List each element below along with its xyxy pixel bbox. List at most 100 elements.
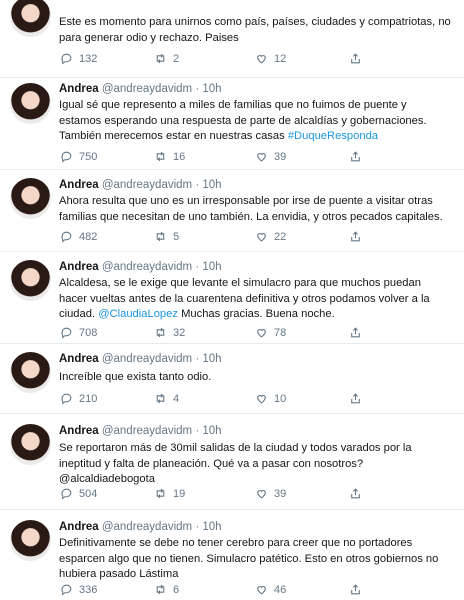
retweet-count: 32 bbox=[173, 326, 186, 339]
retweet-icon bbox=[156, 53, 165, 64]
reply-count: 750 bbox=[79, 150, 98, 163]
reply-button[interactable]: 210 bbox=[60, 392, 97, 405]
author-name[interactable]: Andrea bbox=[59, 261, 99, 273]
like-button[interactable]: 39 bbox=[255, 150, 286, 163]
reply-button[interactable]: 750 bbox=[60, 150, 97, 163]
share-button[interactable] bbox=[349, 392, 362, 405]
share-button[interactable] bbox=[349, 326, 362, 339]
author-name[interactable]: Andrea bbox=[59, 179, 99, 191]
author-handle[interactable]: @andreaydavidm bbox=[102, 261, 192, 273]
tweet[interactable]: Andrea @andreaydavidm · 10h Alcaldesa, s… bbox=[0, 252, 464, 344]
like-count: 22 bbox=[274, 230, 287, 243]
tweet-actions: 482 5 22 bbox=[59, 230, 449, 246]
tweet-actions: 132 2 12 bbox=[59, 52, 449, 68]
like-button[interactable]: 10 bbox=[255, 392, 286, 405]
mention-link[interactable]: @ClaudiaLopez bbox=[98, 308, 178, 320]
tweet[interactable]: Andrea @andreaydavidm · 10h Se reportaro… bbox=[0, 414, 464, 510]
author-name[interactable]: Andrea bbox=[59, 83, 99, 95]
like-button[interactable]: 78 bbox=[255, 326, 286, 339]
tweet-text: Igual sé que represento a miles de famil… bbox=[59, 99, 427, 142]
retweet-button[interactable]: 32 bbox=[154, 326, 185, 339]
tweet-time[interactable]: 10h bbox=[202, 353, 221, 365]
like-count: 10 bbox=[274, 392, 287, 405]
retweet-icon bbox=[156, 393, 165, 404]
tweet[interactable]: Este es momento para unirnos como país, … bbox=[0, 0, 464, 78]
tweet[interactable]: Andrea @andreaydavidm · 10h Ahora result… bbox=[0, 170, 464, 252]
retweet-icon bbox=[156, 488, 165, 499]
like-icon bbox=[257, 395, 266, 404]
tweet[interactable]: Andrea @andreaydavidm · 10h Increíble qu… bbox=[0, 344, 464, 414]
author-handle[interactable]: @andreaydavidm bbox=[102, 179, 192, 191]
separator-dot: · bbox=[195, 521, 200, 533]
tweet-time[interactable]: 10h bbox=[202, 261, 221, 273]
like-icon bbox=[257, 586, 266, 595]
hashtag-link[interactable]: #DuqueResponda bbox=[288, 130, 378, 142]
tweet-time[interactable]: 10h bbox=[202, 83, 221, 95]
tweet-text: Se reportaron más de 30mil salidas de la… bbox=[59, 442, 412, 485]
share-icon bbox=[351, 393, 360, 404]
reply-button[interactable]: 708 bbox=[60, 326, 97, 339]
share-icon bbox=[351, 584, 360, 595]
like-button[interactable]: 22 bbox=[255, 230, 286, 243]
like-button[interactable]: 12 bbox=[255, 52, 286, 65]
retweet-button[interactable]: 4 bbox=[154, 392, 179, 405]
tweet[interactable]: Andrea @andreaydavidm · 10h Definitivame… bbox=[0, 510, 464, 600]
author-name[interactable]: Andrea bbox=[59, 521, 99, 533]
tweet-header: Andrea @andreaydavidm · 10h bbox=[59, 425, 222, 437]
like-button[interactable]: 46 bbox=[255, 583, 286, 596]
avatar[interactable] bbox=[10, 352, 51, 393]
like-icon bbox=[257, 490, 266, 499]
tweet-header: Andrea @andreaydavidm · 10h bbox=[59, 521, 222, 533]
reply-count: 708 bbox=[79, 326, 98, 339]
author-handle[interactable]: @andreaydavidm bbox=[102, 353, 192, 365]
retweet-button[interactable]: 6 bbox=[154, 583, 179, 596]
tweet-text: Increíble que exista tanto odio. bbox=[59, 371, 212, 383]
retweet-button[interactable]: 16 bbox=[154, 150, 185, 163]
tweet-text: Alcaldesa, se le exige que levante el si… bbox=[59, 277, 430, 320]
like-count: 78 bbox=[274, 326, 287, 339]
separator-dot: · bbox=[195, 179, 200, 191]
reply-button[interactable]: 482 bbox=[60, 230, 97, 243]
retweet-count: 16 bbox=[173, 150, 186, 163]
tweet-header: Andrea @andreaydavidm · 10h bbox=[59, 83, 222, 95]
retweet-icon bbox=[156, 151, 165, 162]
retweet-button[interactable]: 5 bbox=[154, 230, 179, 243]
avatar[interactable] bbox=[10, 260, 51, 301]
tweet-time[interactable]: 10h bbox=[202, 179, 221, 191]
author-name[interactable]: Andrea bbox=[59, 353, 99, 365]
share-button[interactable] bbox=[349, 487, 362, 500]
like-icon bbox=[257, 329, 266, 338]
retweet-button[interactable]: 19 bbox=[154, 487, 185, 500]
author-handle[interactable]: @andreaydavidm bbox=[102, 521, 192, 533]
share-button[interactable] bbox=[349, 583, 362, 596]
reply-button[interactable]: 504 bbox=[60, 487, 97, 500]
tweet[interactable]: Andrea @andreaydavidm · 10h Igual sé que… bbox=[0, 78, 464, 170]
share-button[interactable] bbox=[349, 52, 362, 65]
share-button[interactable] bbox=[349, 150, 362, 163]
reply-count: 132 bbox=[79, 52, 98, 65]
author-name[interactable]: Andrea bbox=[59, 425, 99, 437]
like-count: 39 bbox=[274, 150, 287, 163]
avatar[interactable] bbox=[10, 83, 51, 124]
share-icon bbox=[351, 327, 360, 338]
reply-count: 482 bbox=[79, 230, 98, 243]
retweet-button[interactable]: 2 bbox=[154, 52, 179, 65]
like-count: 39 bbox=[274, 487, 287, 500]
author-handle[interactable]: @andreaydavidm bbox=[102, 83, 192, 95]
reply-button[interactable]: 336 bbox=[60, 583, 97, 596]
reply-icon bbox=[61, 393, 72, 405]
like-count: 12 bbox=[274, 52, 287, 65]
avatar[interactable] bbox=[10, 424, 51, 465]
avatar[interactable] bbox=[10, 0, 51, 37]
author-handle[interactable]: @andreaydavidm bbox=[102, 425, 192, 437]
share-button[interactable] bbox=[349, 230, 362, 243]
tweet-time[interactable]: 10h bbox=[202, 425, 221, 437]
like-button[interactable]: 39 bbox=[255, 487, 286, 500]
tweet-text: Ahora resulta que uno es un irresponsabl… bbox=[59, 195, 443, 223]
tweet-time[interactable]: 10h bbox=[202, 521, 221, 533]
avatar[interactable] bbox=[10, 520, 51, 561]
retweet-count: 4 bbox=[173, 392, 180, 405]
reply-button[interactable]: 132 bbox=[60, 52, 97, 65]
avatar[interactable] bbox=[10, 178, 51, 219]
retweet-count: 5 bbox=[173, 230, 180, 243]
